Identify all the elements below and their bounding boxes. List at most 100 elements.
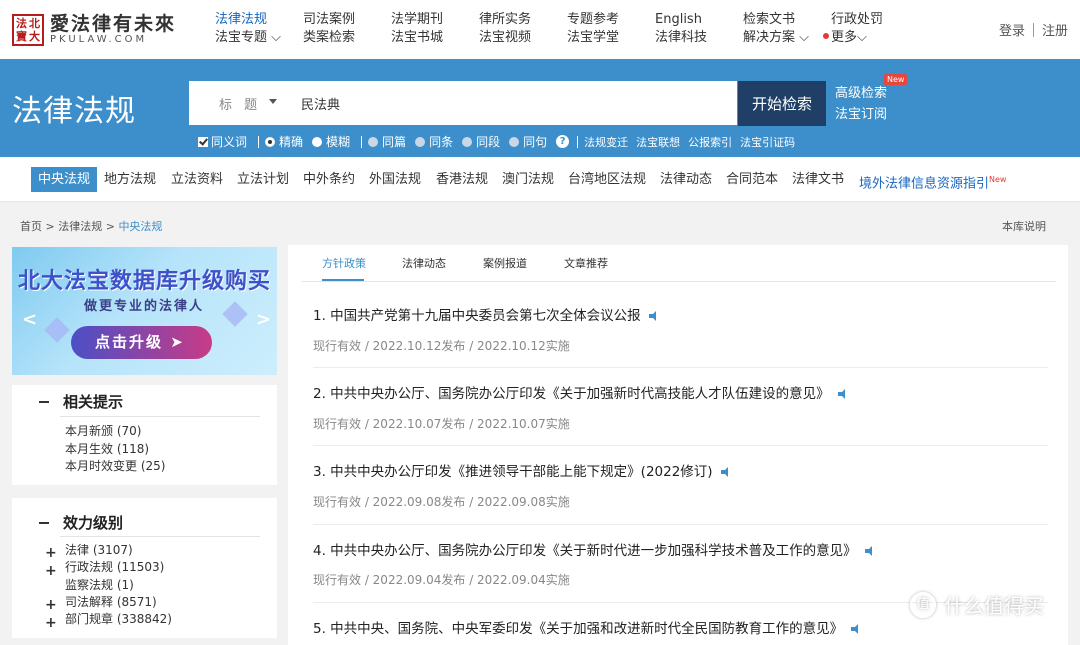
chevron-down-icon: ⌵ [271,30,282,45]
breadcrumb-home[interactable]: 首页 [20,220,42,233]
same-para-radio[interactable]: 同段 [462,133,500,150]
advanced-search-link[interactable]: 高级检索 [835,83,887,104]
banner-next-icon[interactable]: > [256,309,271,330]
link-citation-code[interactable]: 法宝引证码 [740,134,795,150]
hints-header[interactable]: 相关提示 [39,391,123,412]
same-article-radio[interactable]: 同条 [415,133,453,150]
link-gazette-index[interactable]: 公报索引 [688,134,732,150]
logo-seal: 法北寶大 [12,14,44,46]
speaker-icon[interactable] [864,546,877,556]
fuzzy-radio[interactable]: 模糊 [312,133,350,150]
site-logo[interactable]: 法北寶大 愛法律有未來 PKULAW.COM [12,14,176,46]
same-sentence-radio[interactable]: 同句 [509,133,547,150]
nav-academy[interactable]: 法宝学堂 [567,29,655,47]
tab-treaties[interactable]: 中外条约 [296,167,362,192]
hint-item[interactable]: 本月新颁 (70) [65,423,141,440]
tab-case-reports[interactable]: 案例报道 [483,255,527,271]
tab-legal-news[interactable]: 法律动态 [653,167,719,192]
search-field-select[interactable]: 标 题 [189,94,286,113]
search-box: 标 题 [189,81,737,125]
register-link[interactable]: 注册 [1042,24,1068,39]
list-item-title[interactable]: 1. 中国共产党第十九届中央委员会第七次全体会议公报 [313,304,661,324]
link-association[interactable]: 法宝联想 [636,134,680,150]
nav-more[interactable]: 更多⌵ [823,29,919,47]
expand-icon[interactable]: + [45,564,57,578]
same-doc-radio[interactable]: 同篇 [368,133,406,150]
hints-panel: 相关提示 本月新颁 (70) 本月生效 (118) 本月时效变更 (25) [12,385,277,485]
help-icon[interactable]: ? [556,135,570,148]
expand-icon[interactable]: + [45,616,57,630]
link-law-changes[interactable]: 法规变迁 [584,134,628,150]
radio-icon [509,136,520,147]
speaker-icon[interactable] [851,624,863,634]
synonym-checkbox[interactable]: 同义词 [198,133,247,150]
nav-videos[interactable]: 法宝视频 [479,29,567,47]
speaker-icon[interactable] [837,389,850,399]
level-item[interactable]: 法律 (3107) [65,542,133,559]
tab-policies[interactable]: 方针政策 [322,255,366,271]
nav-journals[interactable]: 法学期刊 [391,11,479,29]
tab-legislative-plans[interactable]: 立法计划 [230,167,296,192]
speaker-icon[interactable] [720,467,733,477]
level-item[interactable]: 行政法规 (11503) [65,559,164,576]
breadcrumb-laws[interactable]: 法律法规 [58,220,102,233]
breadcrumb: 首页 > 法律法规 > 中央法规 [20,220,163,233]
upgrade-button[interactable]: 点击升级 ➤ [71,326,212,359]
divider [361,135,363,148]
divider [60,536,260,537]
tab-local-laws[interactable]: 地方法规 [97,167,163,192]
level-item[interactable]: 监察法规 (1) [65,577,134,594]
exact-radio[interactable]: 精确 [265,133,303,150]
nav-bookstore[interactable]: 法宝书城 [391,29,479,47]
breadcrumb-current[interactable]: 中央法规 [118,220,162,233]
tab-hongkong-laws[interactable]: 香港法规 [429,167,495,192]
nav-documents[interactable]: 检索文书 [743,11,831,29]
expand-icon[interactable]: + [45,598,57,612]
level-item[interactable]: 部门规章 (338842) [65,611,172,628]
nav-penalties[interactable]: 行政处罚 [831,11,919,29]
banner-prev-icon[interactable]: < [22,309,37,330]
radio-selected-icon [265,136,276,147]
upgrade-banner[interactable]: 北大法宝数据库升级购买 做更专业的法律人 < > 点击升级 ➤ [12,247,277,375]
nav-references[interactable]: 专题参考 [567,11,655,29]
tab-contracts[interactable]: 合同范本 [719,167,785,192]
speaker-icon[interactable] [648,311,661,321]
list-item-title[interactable]: 4. 中共中央办公厅、国务院办公厅印发《关于新时代进一步加强科学技术普及工作的意… [313,539,877,559]
caret-down-icon [269,98,277,104]
list-item-title[interactable]: 3. 中共中央办公厅印发《推进领导干部能上能下规定》(2022修订) [313,460,733,480]
login-link[interactable]: 登录 [999,24,1025,39]
nav-practice[interactable]: 律所实务 [479,11,567,29]
tab-taiwan-laws[interactable]: 台湾地区法规 [561,167,653,192]
search-options: 同义词 精确 模糊 同篇 同条 同段 同句 ? 法规变迁 法宝联想 公报索引 法… [198,133,803,150]
tab-legislative-materials[interactable]: 立法资料 [164,167,230,192]
expand-icon[interactable]: + [45,546,57,560]
list-item-title[interactable]: 2. 中共中央办公厅、国务院办公厅印发《关于加强新时代高技能人才队伍建设的意见》 [313,382,850,402]
tab-overseas-resources[interactable]: 境外法律信息资源指引New [852,167,1013,192]
radio-icon [462,136,473,147]
tab-news[interactable]: 法律动态 [402,255,446,271]
nav-topics[interactable]: 法宝专题 ⌵ [215,29,303,47]
hint-item[interactable]: 本月生效 (118) [65,441,149,458]
nav-legaltech[interactable]: 法律科技 [655,29,743,47]
new-badge: New [884,74,908,85]
tab-legal-documents[interactable]: 法律文书 [785,167,851,192]
hint-item[interactable]: 本月时效变更 (25) [65,458,165,475]
list-item-title[interactable]: 5. 中共中央、国务院、中央军委印发《关于加强和改进新时代全民国防教育工作的意见… [313,617,863,637]
chevron-down-icon: ⌵ [799,30,810,45]
library-note-link[interactable]: 本库说明 [1002,218,1046,234]
tab-foreign-laws[interactable]: 外国法规 [362,167,428,192]
nav-laws[interactable]: 法律法规 [215,11,303,29]
tab-macau-laws[interactable]: 澳门法规 [495,167,561,192]
levels-header[interactable]: 效力级别 [39,512,123,533]
nav-similar-cases[interactable]: 类案检索 [303,29,391,47]
nav-english[interactable]: English [655,11,743,29]
search-input[interactable] [286,81,737,125]
tab-articles[interactable]: 文章推荐 [564,255,608,271]
tab-central-laws[interactable]: 中央法规 [31,167,98,192]
level-item[interactable]: 司法解释 (8571) [65,594,157,611]
nav-cases[interactable]: 司法案例 [303,11,391,29]
divider [313,367,1048,368]
search-button[interactable]: 开始检索 [738,81,826,126]
subscribe-link[interactable]: 法宝订阅 [835,104,887,125]
nav-solutions[interactable]: 解决方案 ⌵ [743,29,831,47]
